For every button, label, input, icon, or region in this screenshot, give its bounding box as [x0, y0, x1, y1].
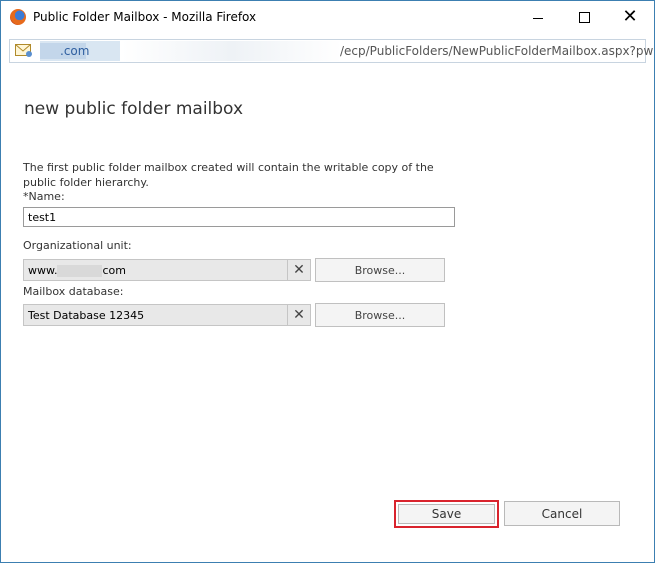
organizational-unit-label: Organizational unit: [23, 239, 132, 252]
mailbox-database-label: Mailbox database: [23, 285, 124, 298]
organizational-unit-field[interactable]: www. com ✕ [23, 259, 311, 281]
url-path: /ecp/PublicFolders/NewPublicFolderMailbo… [340, 44, 654, 58]
browse-mailbox-database-button[interactable]: Browse... [315, 303, 445, 327]
address-bar[interactable]: .com /ecp/PublicFolders/NewPublicFolderM… [9, 39, 653, 63]
title-bar: Public Folder Mailbox - Mozilla Firefox … [1, 1, 654, 35]
close-window-button[interactable]: ✕ [607, 1, 653, 33]
minimize-button[interactable] [515, 1, 561, 33]
minimize-icon [533, 17, 543, 19]
page-title: new public folder mailbox [24, 99, 243, 119]
save-button[interactable]: Save [398, 504, 495, 524]
maximize-icon [578, 11, 590, 23]
name-input[interactable] [23, 207, 455, 227]
cancel-button[interactable]: Cancel [504, 501, 620, 526]
browser-window: Public Folder Mailbox - Mozilla Firefox … [0, 0, 655, 563]
organizational-unit-value: www. com [28, 264, 126, 277]
clear-x-icon[interactable]: ✕ [287, 305, 310, 325]
name-label: *Name: [23, 190, 65, 203]
browse-organizational-unit-button[interactable]: Browse... [315, 258, 445, 282]
mail-icon [15, 44, 32, 57]
mailbox-database-field[interactable]: Test Database 12345 ✕ [23, 304, 311, 326]
url-fade [122, 41, 342, 61]
url-domain: .com [60, 44, 90, 58]
firefox-icon [10, 9, 26, 25]
mailbox-database-value: Test Database 12345 [28, 309, 145, 322]
close-icon: ✕ [622, 6, 638, 27]
form-description: The first public folder mailbox created … [23, 161, 434, 189]
window-title: Public Folder Mailbox - Mozilla Firefox [33, 10, 257, 24]
save-button-highlight: Save [394, 500, 499, 528]
maximize-button[interactable] [561, 1, 607, 33]
clear-x-icon[interactable]: ✕ [287, 260, 310, 280]
redacted-domain [57, 265, 103, 277]
